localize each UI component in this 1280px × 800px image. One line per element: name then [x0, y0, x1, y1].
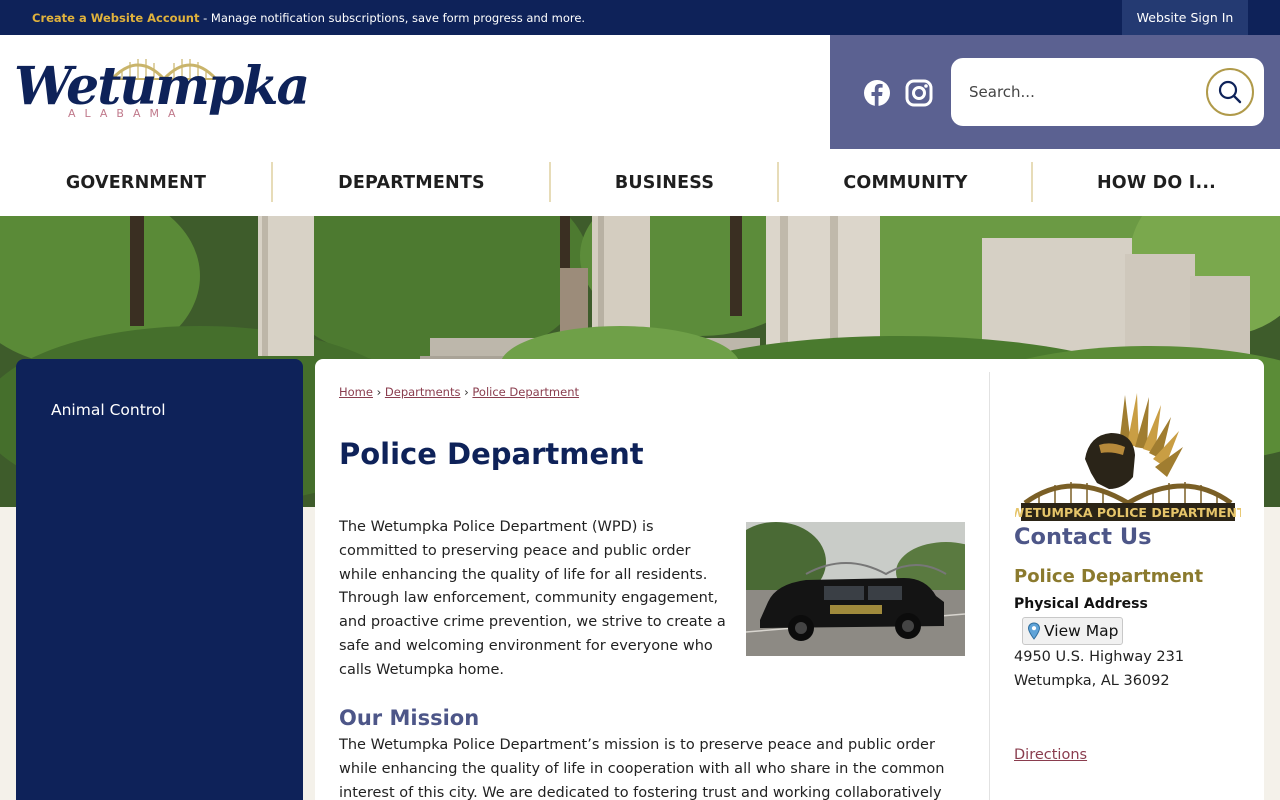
breadcrumb-separator: › [376, 385, 382, 399]
police-department-badge: WETUMPKA POLICE DEPARTMENT [1011, 385, 1246, 525]
sidebar-item-animal-control[interactable]: Animal Control [51, 401, 166, 419]
instagram-icon[interactable] [905, 79, 933, 107]
search-button[interactable] [1206, 68, 1254, 116]
police-car-photo [746, 522, 965, 656]
wetumpka-logo[interactable]: Wetumpka ALABAMA [14, 49, 310, 137]
view-map-button[interactable]: View Map [1022, 617, 1123, 645]
main-nav: GOVERNMENT DEPARTMENTS BUSINESS COMMUNIT… [0, 149, 1280, 216]
column-divider [989, 372, 990, 800]
main-content: Home › Departments › Police Department P… [315, 359, 1264, 800]
address-line-1: 4950 U.S. Highway 231 [1014, 649, 1185, 665]
site-header: Wetumpka ALABAMA [0, 35, 1280, 149]
logo-state: ALABAMA [68, 107, 185, 120]
nav-how-do-i[interactable]: HOW DO I... [1033, 149, 1280, 216]
account-banner: Create a Website Account - Manage notifi… [32, 11, 585, 25]
directions-link[interactable]: Directions [1014, 747, 1087, 763]
header-tools [830, 35, 1280, 149]
breadcrumb: Home › Departments › Police Department [339, 385, 579, 399]
view-map-label: View Map [1044, 622, 1119, 640]
mission-heading: Our Mission [339, 706, 480, 730]
breadcrumb-departments[interactable]: Departments [385, 385, 461, 399]
search-icon [1218, 80, 1242, 104]
mission-paragraph: The Wetumpka Police Department’s mission… [339, 737, 945, 800]
page-title: Police Department [339, 437, 644, 471]
contact-heading: Contact Us [1014, 524, 1152, 550]
address-line-2: Wetumpka, AL 36092 [1014, 673, 1170, 689]
nav-business[interactable]: BUSINESS [551, 149, 778, 216]
map-pin-icon [1027, 622, 1041, 640]
badge-text: WETUMPKA POLICE DEPARTMENT [1015, 505, 1241, 520]
nav-government[interactable]: GOVERNMENT [0, 149, 272, 216]
nav-community[interactable]: COMMUNITY [779, 149, 1032, 216]
top-bar: Create a Website Account - Manage notifi… [0, 0, 1280, 35]
search-box [951, 58, 1264, 126]
breadcrumb-home[interactable]: Home [339, 385, 373, 399]
breadcrumb-separator: › [464, 385, 469, 399]
physical-address-label: Physical Address [1014, 596, 1148, 612]
intro-paragraph: The Wetumpka Police Department (WPD) is … [339, 519, 726, 678]
website-sign-in-button[interactable]: Website Sign In [1122, 0, 1248, 35]
search-input[interactable] [969, 78, 1189, 106]
nav-departments[interactable]: DEPARTMENTS [273, 149, 550, 216]
contact-department-name: Police Department [1014, 566, 1204, 587]
facebook-icon[interactable] [863, 79, 891, 107]
breadcrumb-police-department[interactable]: Police Department [472, 385, 579, 399]
account-banner-text: - Manage notification subscriptions, sav… [199, 11, 586, 25]
sidebar: Animal Control [16, 359, 303, 800]
badge-illustration: WETUMPKA POLICE DEPARTMENT [1011, 393, 1246, 521]
create-account-link[interactable]: Create a Website Account [32, 11, 199, 25]
